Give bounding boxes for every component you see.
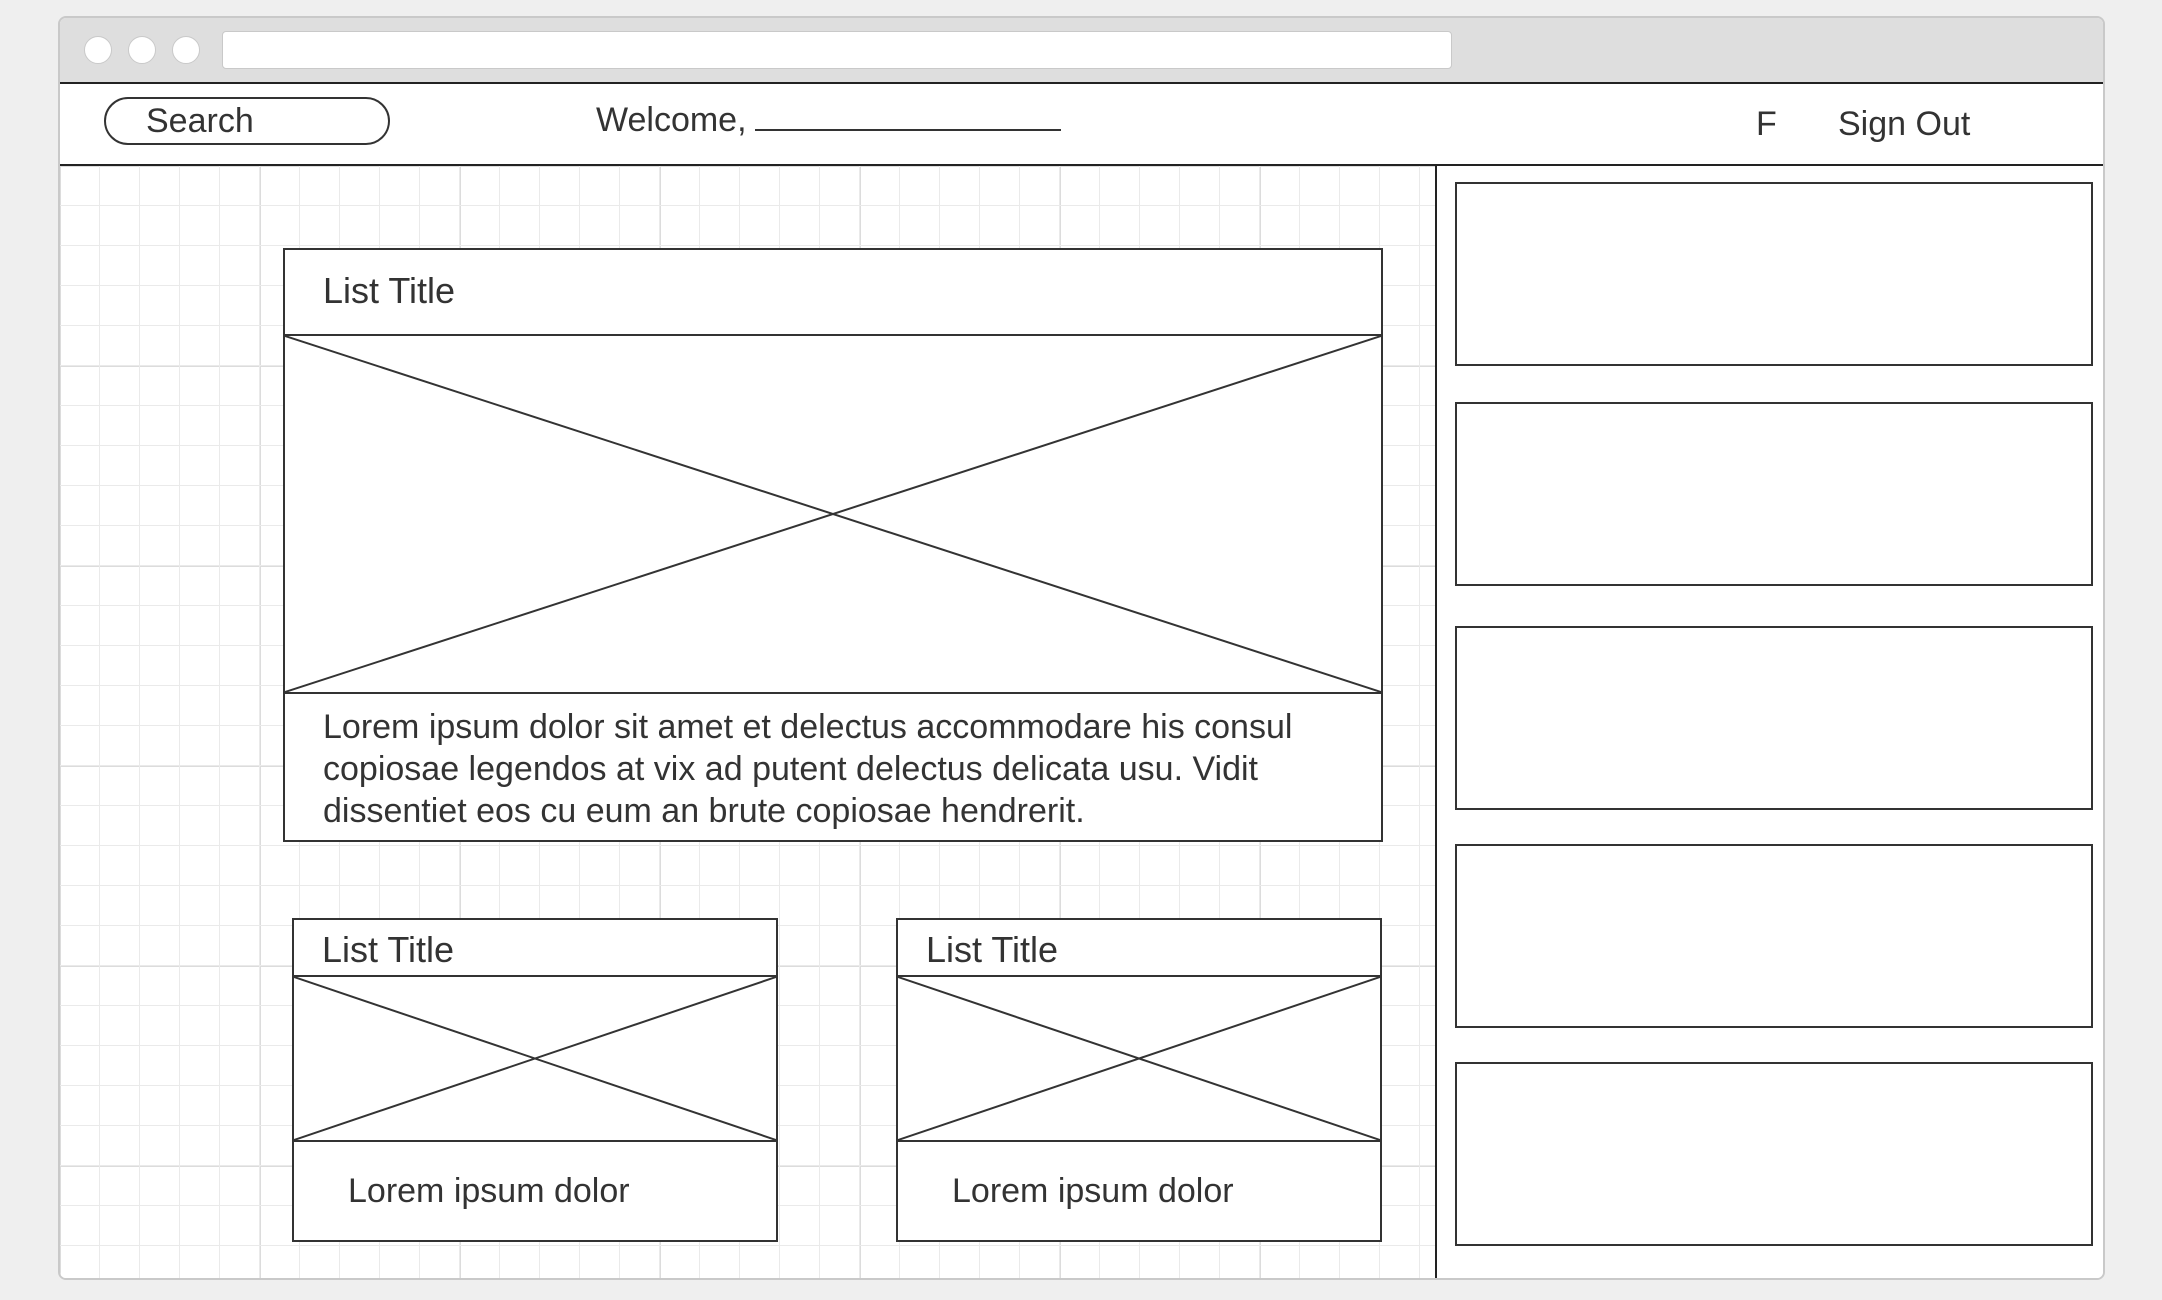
url-bar[interactable]: [222, 31, 1452, 69]
image-placeholder-icon: [285, 336, 1381, 694]
list-card[interactable]: List Title Lorem ipsum dolor: [292, 918, 778, 1242]
site-header: Search Welcome, F Sign Out: [60, 82, 2103, 166]
sidebar-panel[interactable]: [1455, 182, 2093, 366]
list-description: Lorem ipsum dolor sit amet et delectus a…: [323, 708, 1293, 830]
sidebar-panel[interactable]: [1455, 1062, 2093, 1246]
sidebar: [1435, 166, 2103, 1278]
window-minimize-icon[interactable]: [128, 36, 156, 64]
sidebar-panel[interactable]: [1455, 402, 2093, 586]
main-content: List Title Lorem ipsum dolor sit amet et…: [60, 166, 1435, 1278]
list-title: List Title: [285, 250, 1381, 336]
image-placeholder-icon: [294, 977, 776, 1142]
image-placeholder-icon: [898, 977, 1380, 1142]
welcome-message: Welcome,: [596, 98, 1061, 142]
window-close-icon[interactable]: [84, 36, 112, 64]
browser-chrome: [60, 18, 2103, 82]
facebook-link[interactable]: F: [1756, 102, 1777, 146]
list-description: Lorem ipsum dolor: [952, 1172, 1234, 1210]
list-title: List Title: [898, 920, 1380, 977]
welcome-label: Welcome,: [596, 101, 747, 139]
list-title: List Title: [294, 920, 776, 977]
sidebar-panel[interactable]: [1455, 844, 2093, 1028]
search-label: Search: [146, 102, 254, 140]
search-input[interactable]: Search: [104, 97, 390, 145]
username-blank: [754, 101, 1061, 131]
featured-list-card[interactable]: List Title Lorem ipsum dolor sit amet et…: [283, 248, 1383, 842]
browser-window: Search Welcome, F Sign Out List Title Lo…: [58, 16, 2105, 1280]
window-maximize-icon[interactable]: [172, 36, 200, 64]
sign-out-link[interactable]: Sign Out: [1838, 102, 1970, 146]
list-description: Lorem ipsum dolor: [348, 1172, 630, 1210]
sidebar-panel[interactable]: [1455, 626, 2093, 810]
list-card[interactable]: List Title Lorem ipsum dolor: [896, 918, 1382, 1242]
